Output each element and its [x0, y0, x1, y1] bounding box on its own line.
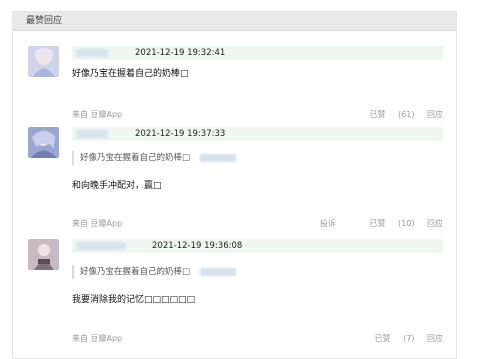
reply-button[interactable]: 回应 — [427, 334, 443, 343]
user-avatar[interactable] — [28, 127, 59, 158]
comment-text: 和向晚手冲配对，赢□ — [72, 181, 162, 191]
source-app-link[interactable]: 豆瓣App — [91, 110, 123, 119]
comment-time: 2021-12-19 19:36:08 — [152, 241, 243, 251]
comment-footer: 来自 豆瓣App 投诉 已赞 (10) 回应 — [72, 217, 443, 231]
like-label: 已赞 — [369, 219, 386, 228]
top-comments-panel: 最赞回应 2021-12-19 19:32:41 好像乃宝在握着自己的奶棒□ 来… — [12, 11, 457, 359]
like-button[interactable]: 已赞 (7) — [365, 334, 415, 343]
comment-footer: 来自 豆瓣App 已赞 (61) 回应 — [72, 108, 443, 122]
comment-actions: 已赞 (7) 回应 — [355, 332, 443, 346]
user-avatar[interactable] — [28, 239, 59, 270]
section-title: 最赞回应 — [13, 12, 456, 31]
comment-time: 2021-12-19 19:37:33 — [135, 129, 226, 139]
username-blurred[interactable] — [76, 130, 108, 138]
reply-button[interactable]: 回应 — [427, 110, 443, 119]
source-app-link[interactable]: 豆瓣App — [91, 219, 123, 228]
comment-actions: 投诉 已赞 (10) 回应 — [310, 217, 443, 231]
like-count: (61) — [398, 110, 415, 119]
comment-actions: 已赞 (61) 回应 — [349, 108, 443, 122]
comment-source: 来自 豆瓣App — [72, 332, 122, 346]
source-prefix: 来自 — [72, 334, 88, 343]
quote-text: 好像乃宝在握着自己的奶棒□ — [80, 267, 191, 277]
comment-meta: 2021-12-19 19:32:41 — [72, 46, 443, 60]
like-button[interactable]: 已赞 (61) — [359, 110, 414, 119]
comment-text: 好像乃宝在握着自己的奶棒□ — [72, 69, 189, 79]
source-app-link[interactable]: 豆瓣App — [91, 334, 123, 343]
like-count: (10) — [398, 219, 415, 228]
username-blurred[interactable] — [76, 49, 108, 57]
quoted-comment: 好像乃宝在握着自己的奶棒□ — [72, 265, 237, 279]
username-blurred[interactable] — [76, 242, 126, 250]
reply-button[interactable]: 回应 — [427, 219, 443, 228]
comment-meta: 2021-12-19 19:37:33 — [72, 127, 443, 141]
quote-text: 好像乃宝在握着自己的奶棒□ — [80, 153, 191, 163]
user-avatar[interactable] — [28, 46, 59, 77]
report-button[interactable]: 投诉 — [320, 219, 336, 228]
like-button[interactable]: 已赞 (10) — [359, 219, 414, 228]
comment-meta: 2021-12-19 19:36:08 — [72, 239, 443, 253]
quote-author-blurred — [200, 267, 237, 276]
like-label: 已赞 — [369, 110, 386, 119]
quote-author-blurred — [200, 153, 237, 162]
comment-footer: 来自 豆瓣App 已赞 (7) 回应 — [72, 332, 443, 346]
like-count: (7) — [403, 334, 415, 343]
comment-time: 2021-12-19 19:32:41 — [135, 48, 226, 58]
like-label: 已赞 — [374, 334, 391, 343]
source-prefix: 来自 — [72, 110, 88, 119]
comment-source: 来自 豆瓣App — [72, 108, 122, 122]
comment-text: 我要消除我的记忆□□□□□□ — [72, 295, 196, 305]
source-prefix: 来自 — [72, 219, 88, 228]
quoted-comment: 好像乃宝在握着自己的奶棒□ — [72, 151, 237, 165]
comment-source: 来自 豆瓣App — [72, 217, 122, 231]
